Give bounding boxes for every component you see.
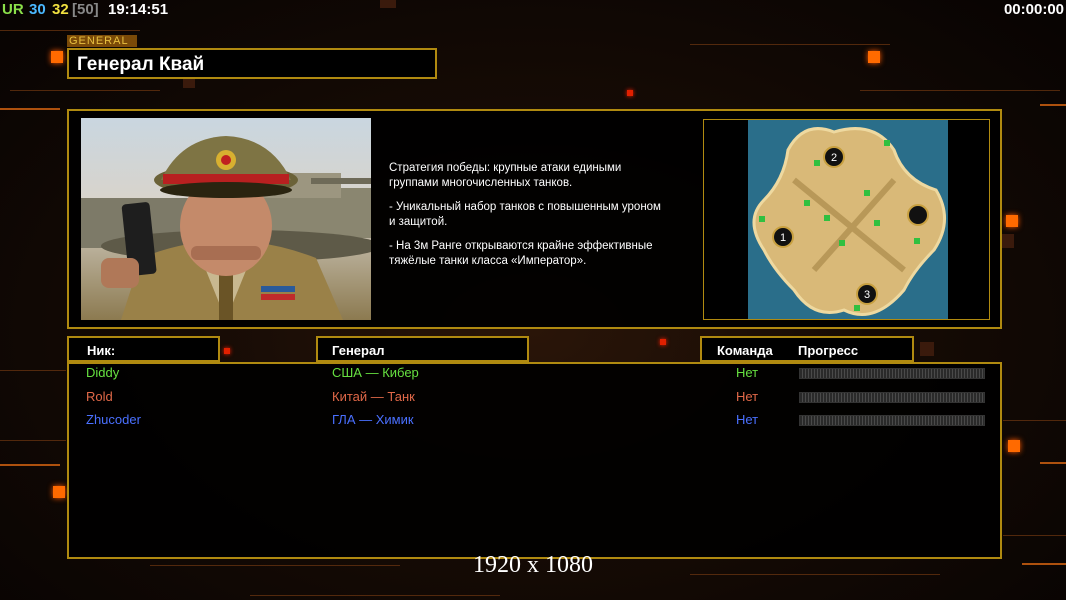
table-row[interactable]: Rold Китай — Танк Нет bbox=[67, 387, 1002, 407]
start-position-1: 1 bbox=[780, 232, 786, 244]
header-progress-label: Прогресс bbox=[798, 343, 859, 358]
header-team-progress: Команда Прогресс bbox=[700, 336, 914, 362]
general-portrait bbox=[81, 118, 371, 320]
hud-counter-2: 32 bbox=[52, 1, 69, 18]
player-team: Нет bbox=[736, 388, 759, 404]
player-progress-bar bbox=[799, 391, 985, 403]
description-line-2: - Уникальный набор танков с повышенным у… bbox=[389, 201, 661, 228]
player-general: США — Кибер bbox=[332, 365, 419, 380]
player-team: Нет bbox=[736, 412, 759, 427]
hud-counter-1: 30 bbox=[29, 1, 46, 18]
description-line-1: Стратегия победы: крупные атаки едиными … bbox=[389, 162, 622, 189]
header-general: Генерал bbox=[316, 336, 529, 362]
player-general: Китай — Танк bbox=[332, 388, 415, 404]
header-general-label: Генерал bbox=[332, 343, 385, 358]
general-description: Стратегия победы: крупные атаки едиными … bbox=[389, 161, 694, 278]
player-nick: Diddy bbox=[86, 365, 120, 380]
resolution-label: 1920 x 1080 bbox=[473, 552, 593, 578]
general-tag: GENERAL bbox=[67, 35, 137, 47]
player-nick: Zhucoder bbox=[86, 412, 141, 427]
hud-counter-3: [50] bbox=[72, 1, 99, 18]
map-preview: 1 2 3 bbox=[703, 119, 990, 320]
start-position-3: 3 bbox=[864, 289, 870, 301]
general-name: Генерал Квай bbox=[77, 54, 205, 75]
player-nick: Rold bbox=[86, 388, 113, 404]
hud-ur-label: UR bbox=[2, 1, 24, 18]
player-general: ГЛА — Химик bbox=[332, 412, 414, 427]
header-nick-label: Ник: bbox=[87, 343, 116, 358]
general-title-box: Генерал Квай bbox=[67, 48, 437, 79]
hud-clock: 19:14:51 bbox=[108, 1, 169, 18]
hud-timer: 00:00:00 bbox=[1003, 1, 1064, 18]
table-row[interactable]: Diddy США — Кибер Нет bbox=[67, 363, 1002, 383]
player-progress-bar bbox=[799, 368, 985, 379]
description-line-3: - На 3м Ранге открываются крайне эффекти… bbox=[389, 240, 653, 267]
start-position-2: 2 bbox=[831, 152, 837, 164]
header-nick: Ник: bbox=[67, 336, 220, 362]
table-row[interactable]: Zhucoder ГЛА — Химик Нет bbox=[67, 410, 1002, 430]
player-progress-bar bbox=[799, 415, 985, 426]
player-team: Нет bbox=[736, 365, 759, 380]
header-team-label: Команда bbox=[717, 343, 773, 358]
